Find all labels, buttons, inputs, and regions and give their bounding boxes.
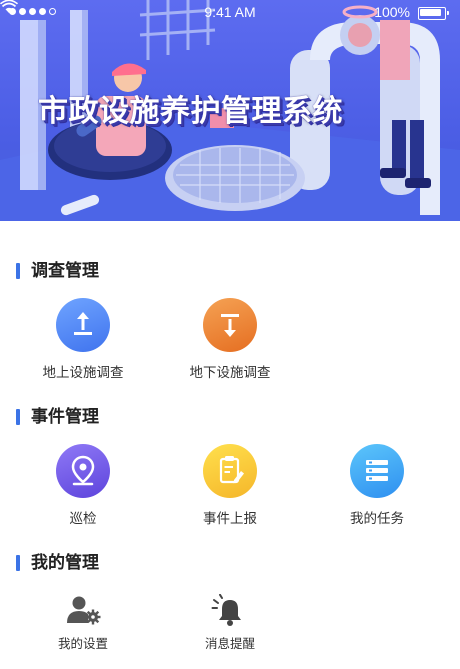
item-label: 消息提醒 (204, 636, 255, 651)
section-title: 调查管理 (31, 261, 99, 281)
item-label: 地上设施调查 (42, 365, 124, 381)
bell-icon (210, 593, 250, 628)
message-reminder-button[interactable]: 消息提醒 (160, 593, 300, 652)
status-bar: 9:41 AM 100% (0, 0, 460, 24)
location-pin-icon (56, 444, 110, 498)
patrol-button[interactable]: 巡检 (13, 444, 153, 527)
item-label: 我的设置 (57, 636, 108, 651)
item-label: 我的任务 (350, 511, 404, 527)
section-accent-bar (16, 263, 20, 279)
section-title: 我的管理 (31, 553, 99, 573)
event-report-button[interactable]: 事件上报 (160, 444, 300, 527)
upload-icon (56, 298, 110, 352)
battery-icon (418, 7, 449, 20)
item-label: 地下设施调查 (189, 365, 271, 381)
user-settings-icon (63, 594, 103, 628)
download-icon (203, 298, 257, 352)
battery-percent: 100% (374, 4, 410, 20)
header-banner: 9:41 AM 100% 市政设施养护管理系统 (0, 0, 460, 221)
report-edit-icon (203, 444, 257, 498)
app-title: 市政设施养护管理系统 (38, 94, 343, 129)
underground-survey-button[interactable]: 地下设施调查 (160, 298, 300, 381)
section-accent-bar (16, 409, 20, 425)
section-accent-bar (16, 555, 20, 571)
aboveground-survey-button[interactable]: 地上设施调查 (13, 298, 153, 381)
item-label: 事件上报 (203, 511, 257, 527)
section-title: 事件管理 (31, 407, 99, 427)
item-label: 巡检 (69, 511, 97, 527)
task-list-icon (350, 444, 404, 498)
my-settings-button[interactable]: 我的设置 (13, 594, 153, 652)
my-tasks-button[interactable]: 我的任务 (307, 444, 447, 527)
